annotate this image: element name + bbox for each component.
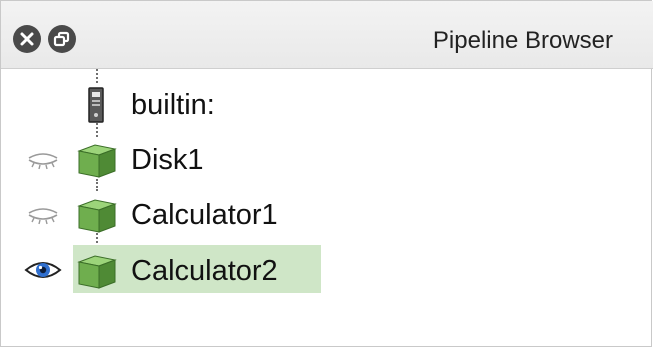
pipeline-browser-panel: Pipeline Browser builtin: Disk1 Calculat… bbox=[0, 0, 653, 348]
pipeline-item-builtin[interactable]: builtin: bbox=[1, 79, 653, 129]
pipeline-tree: builtin: Disk1 Calculator1 Calculator2 bbox=[1, 69, 653, 348]
eye-closed-icon[interactable] bbox=[23, 146, 63, 172]
green-cube-icon bbox=[75, 196, 119, 234]
close-icon[interactable] bbox=[13, 25, 41, 53]
pipeline-item-disk1[interactable]: Disk1 bbox=[1, 134, 653, 184]
pipeline-item-calculator1[interactable]: Calculator1 bbox=[1, 189, 653, 239]
pipeline-item-label: Disk1 bbox=[131, 144, 204, 176]
panel-titlebar: Pipeline Browser bbox=[1, 1, 653, 69]
green-cube-icon bbox=[75, 141, 119, 179]
server-icon bbox=[75, 86, 119, 124]
pipeline-item-calculator2[interactable]: Calculator2 bbox=[1, 245, 653, 295]
pipeline-item-label: Calculator1 bbox=[131, 199, 278, 231]
pipeline-item-label: Calculator2 bbox=[131, 255, 278, 287]
eye-open-icon[interactable] bbox=[23, 257, 63, 283]
pipeline-item-label: builtin: bbox=[131, 89, 215, 121]
green-cube-icon bbox=[75, 252, 119, 290]
panel-title: Pipeline Browser bbox=[432, 27, 613, 54]
eye-closed-icon[interactable] bbox=[23, 201, 63, 227]
float-icon[interactable] bbox=[48, 25, 76, 53]
